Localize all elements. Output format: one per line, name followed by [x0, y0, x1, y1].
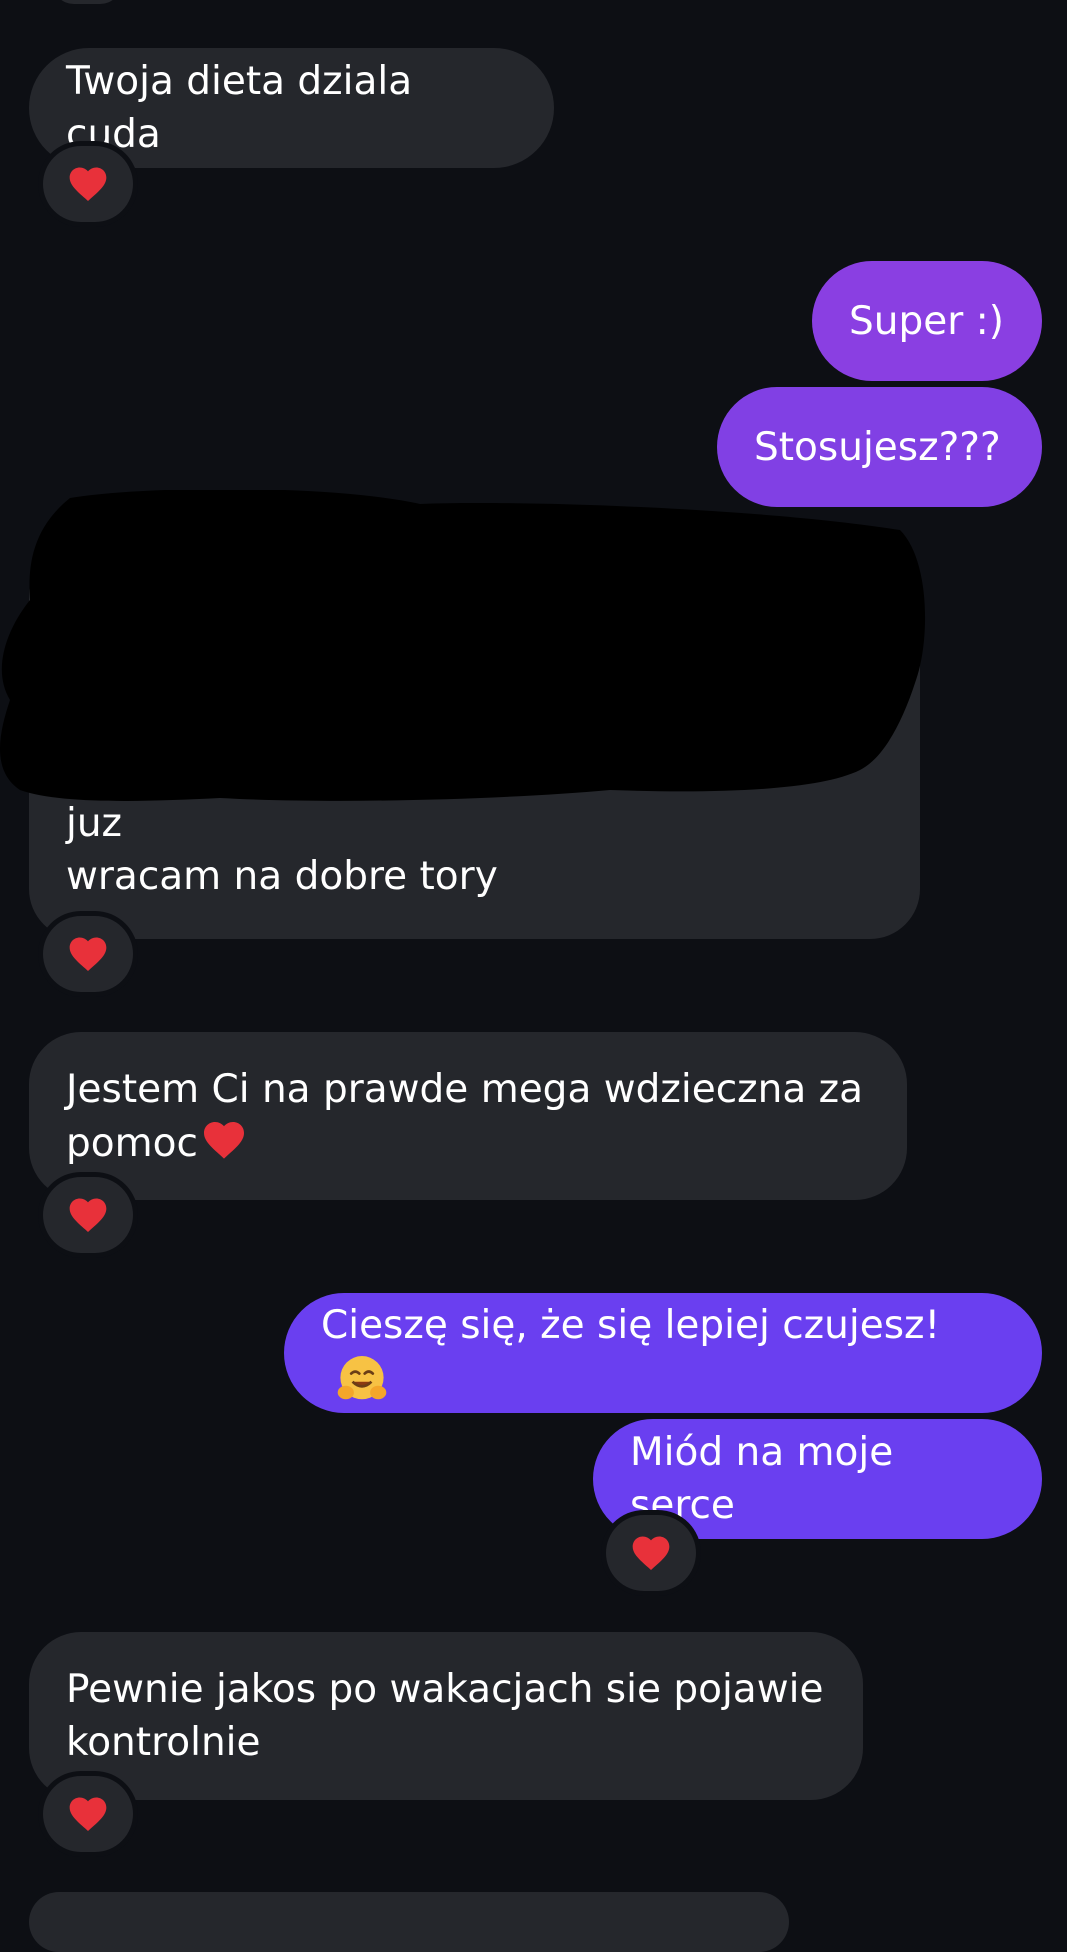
- message-text: Pewnie jakos po wakacjach sie pojawie ko…: [66, 1667, 824, 1765]
- outgoing-message[interactable]: Super :): [812, 261, 1042, 381]
- heart-icon: [69, 167, 107, 202]
- partial-message-bubble: [52, 0, 122, 4]
- redaction-scribble: [0, 490, 926, 801]
- heart-icon: [69, 1797, 107, 1832]
- heart-icon: [632, 1536, 670, 1571]
- chat-thread[interactable]: Twoja dieta dziala cuda Super :) Stosuje…: [0, 0, 1067, 1952]
- incoming-message[interactable]: Jestem Ci na prawde mega wdzieczna za po…: [29, 1032, 907, 1200]
- heart-reaction[interactable]: [43, 1776, 133, 1852]
- heart-reaction[interactable]: [606, 1515, 696, 1591]
- hugging-face-emoji-icon: [337, 1355, 387, 1399]
- heart-reaction[interactable]: [43, 1177, 133, 1253]
- message-text: Stosujesz???: [754, 424, 1001, 470]
- heart-reaction[interactable]: [43, 146, 133, 222]
- message-text: Twoja dieta dziala cuda: [66, 59, 413, 157]
- message-text: Miód na moje serce: [630, 1430, 894, 1528]
- outgoing-message[interactable]: Cieszę się, że się lepiej czujesz!: [284, 1293, 1042, 1413]
- message-text: Jestem Ci na prawde mega wdzieczna za po…: [66, 1066, 863, 1166]
- message-text-wrap: Cieszę się, że się lepiej czujesz!: [321, 1299, 1005, 1408]
- heart-reaction[interactable]: [43, 916, 133, 992]
- partial-message-bubble: [29, 1892, 789, 1952]
- heart-icon: [69, 937, 107, 972]
- heart-emoji-icon: [203, 1121, 244, 1159]
- outgoing-message[interactable]: Stosujesz???: [717, 387, 1042, 507]
- message-text-wrap: Jestem Ci na prawde mega wdzieczna za po…: [66, 1063, 863, 1170]
- message-text: Cieszę się, że się lepiej czujesz!: [321, 1302, 941, 1348]
- incoming-message[interactable]: Pewnie jakos po wakacjach sie pojawie ko…: [29, 1632, 863, 1800]
- message-text: Super :): [849, 298, 1005, 344]
- heart-icon: [69, 1198, 107, 1233]
